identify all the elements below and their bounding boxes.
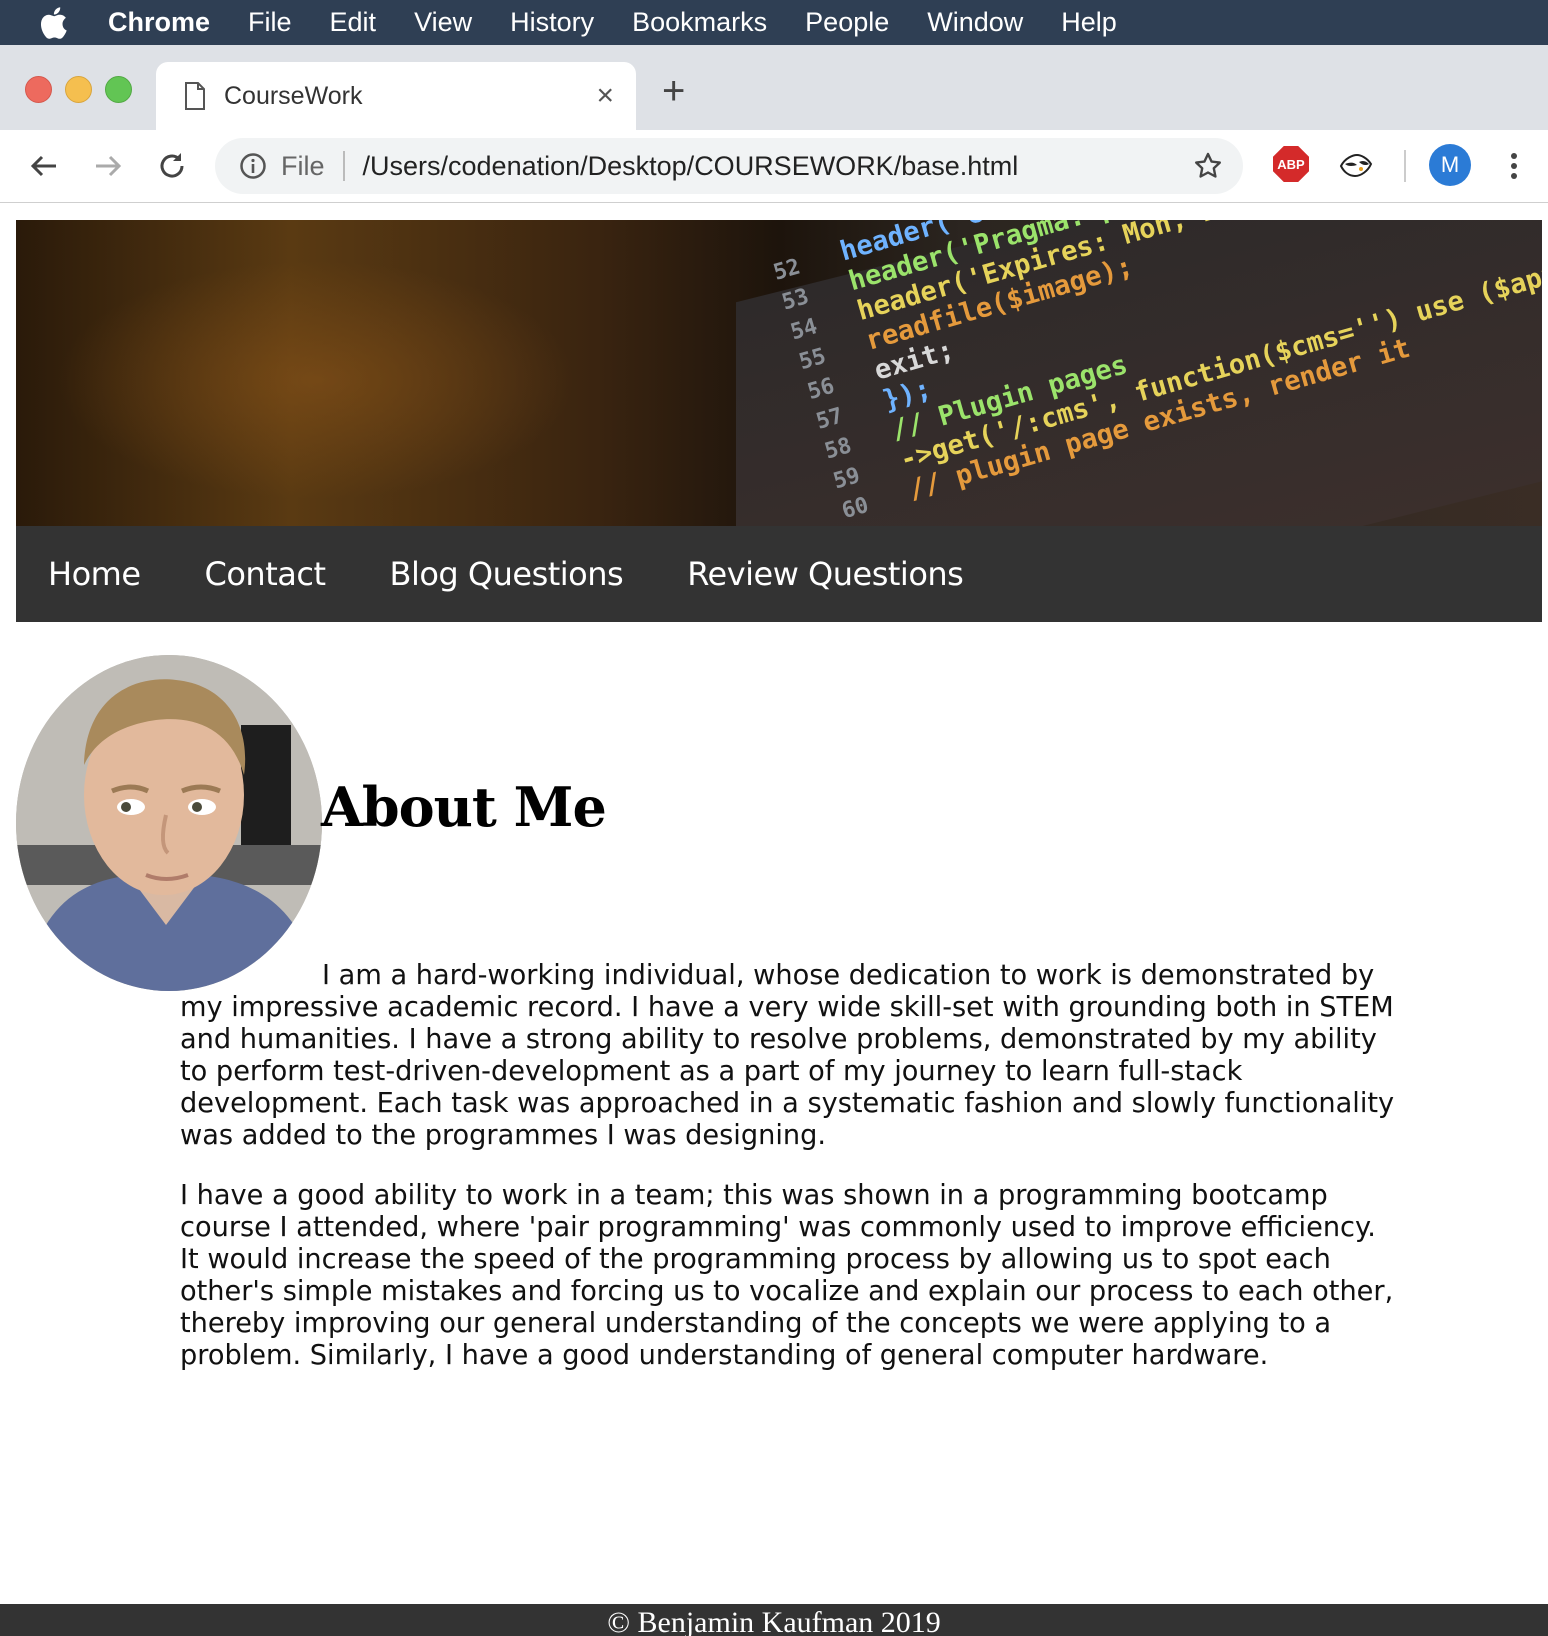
browser-toolbar: File /Users/codenation/Desktop/COURSEWOR… — [0, 130, 1548, 203]
banner-line-number: 58 — [822, 433, 854, 464]
menu-edit[interactable]: Edit — [330, 7, 377, 38]
banner-line-number: 53 — [779, 284, 811, 315]
info-icon[interactable] — [239, 152, 267, 180]
page-viewport: 525354555657585960 header('Cache-Control… — [0, 203, 1548, 1636]
url-text[interactable]: /Users/codenation/Desktop/COURSEWORK/bas… — [363, 151, 1193, 182]
menu-app-name[interactable]: Chrome — [108, 7, 210, 38]
banner-line-number: 52 — [771, 254, 803, 285]
tab-strip: CourseWork × + — [0, 45, 1548, 130]
nav-review-questions[interactable]: Review Questions — [687, 555, 964, 593]
banner-line-number: 57 — [813, 403, 845, 434]
nav-home[interactable]: Home — [48, 555, 141, 593]
about-paragraph-2: I have a good ability to work in a team;… — [180, 1180, 1394, 1371]
reload-icon[interactable] — [154, 148, 190, 184]
browser-tab[interactable]: CourseWork × — [156, 62, 636, 130]
nav-contact[interactable]: Contact — [205, 555, 327, 593]
menu-people[interactable]: People — [805, 7, 889, 38]
site-navigation: Home Contact Blog Questions Review Quest… — [16, 526, 1542, 622]
forward-icon[interactable] — [90, 148, 126, 184]
banner-line-number: 54 — [788, 314, 820, 345]
page-icon — [184, 82, 206, 110]
window-close-button[interactable] — [25, 76, 52, 103]
new-tab-button[interactable]: + — [662, 69, 685, 114]
nav-blog-questions[interactable]: Blog Questions — [390, 555, 624, 593]
profile-photo — [16, 655, 322, 991]
menu-file[interactable]: File — [248, 7, 292, 38]
about-me-heading: About Me — [321, 775, 607, 839]
banner-line-number: 55 — [796, 344, 828, 375]
menu-view[interactable]: View — [414, 7, 472, 38]
window-minimize-button[interactable] — [65, 76, 92, 103]
menu-window[interactable]: Window — [927, 7, 1023, 38]
privacy-badger-icon[interactable] — [1338, 148, 1374, 184]
address-divider — [342, 151, 345, 181]
more-icon[interactable] — [1496, 148, 1532, 184]
banner-code-illustration: 525354555657585960 header('Cache-Control… — [771, 220, 1542, 524]
banner-line-number: 59 — [831, 463, 863, 494]
tab-title: CourseWork — [224, 81, 363, 110]
profile-avatar[interactable]: M — [1429, 144, 1471, 186]
banner-line-number: 60 — [839, 493, 871, 524]
apple-icon[interactable] — [38, 6, 82, 40]
toolbar-divider — [1404, 150, 1406, 182]
macos-menu-bar: Chrome File Edit View History Bookmarks … — [0, 0, 1548, 45]
star-icon[interactable] — [1193, 151, 1223, 181]
menu-history[interactable]: History — [510, 7, 594, 38]
page-footer: © Benjamin Kaufman 2019 — [0, 1604, 1548, 1636]
menu-help[interactable]: Help — [1061, 7, 1117, 38]
close-icon[interactable]: × — [596, 79, 614, 113]
abp-icon[interactable]: ABP — [1273, 146, 1309, 182]
window-zoom-button[interactable] — [105, 76, 132, 103]
header-banner-image: 525354555657585960 header('Cache-Control… — [16, 220, 1542, 526]
url-scheme-label: File — [281, 150, 325, 181]
address-bar[interactable]: File /Users/codenation/Desktop/COURSEWOR… — [215, 138, 1243, 194]
back-icon[interactable] — [26, 148, 62, 184]
banner-line-number: 56 — [805, 374, 837, 405]
menu-bookmarks[interactable]: Bookmarks — [632, 7, 767, 38]
about-paragraph-1: I am a hard-working individual, whose de… — [180, 960, 1395, 1151]
